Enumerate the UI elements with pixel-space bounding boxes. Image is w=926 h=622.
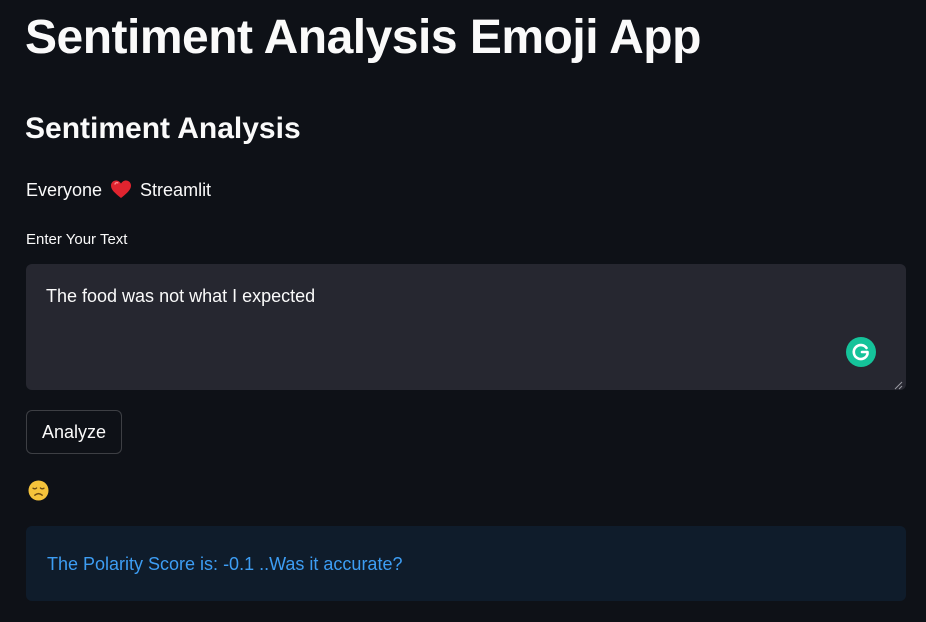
text-input-label: Enter Your Text: [26, 231, 128, 248]
tagline-after: Streamlit: [140, 180, 212, 200]
text-input-area[interactable]: The food was not what I expected: [26, 264, 906, 390]
tagline-before: Everyone: [26, 180, 103, 200]
analyze-button[interactable]: Analyze: [26, 410, 122, 454]
streamlit-app: Sentiment Analysis Emoji App Sentiment A…: [0, 0, 926, 622]
disappointed-face-icon: [28, 480, 49, 501]
tagline: Everyone Streamlit: [26, 178, 211, 202]
app-title: Sentiment Analysis Emoji App: [25, 11, 701, 64]
heart-icon: [110, 179, 132, 201]
text-input-value[interactable]: The food was not what I expected: [46, 284, 315, 308]
section-heading: Sentiment Analysis: [25, 112, 301, 145]
polarity-result-text: The Polarity Score is: -0.1 ..Was it acc…: [47, 554, 403, 574]
grammarly-icon[interactable]: [846, 337, 876, 367]
resize-handle-icon[interactable]: [893, 377, 903, 390]
polarity-result-box: The Polarity Score is: -0.1 ..Was it acc…: [26, 526, 906, 601]
